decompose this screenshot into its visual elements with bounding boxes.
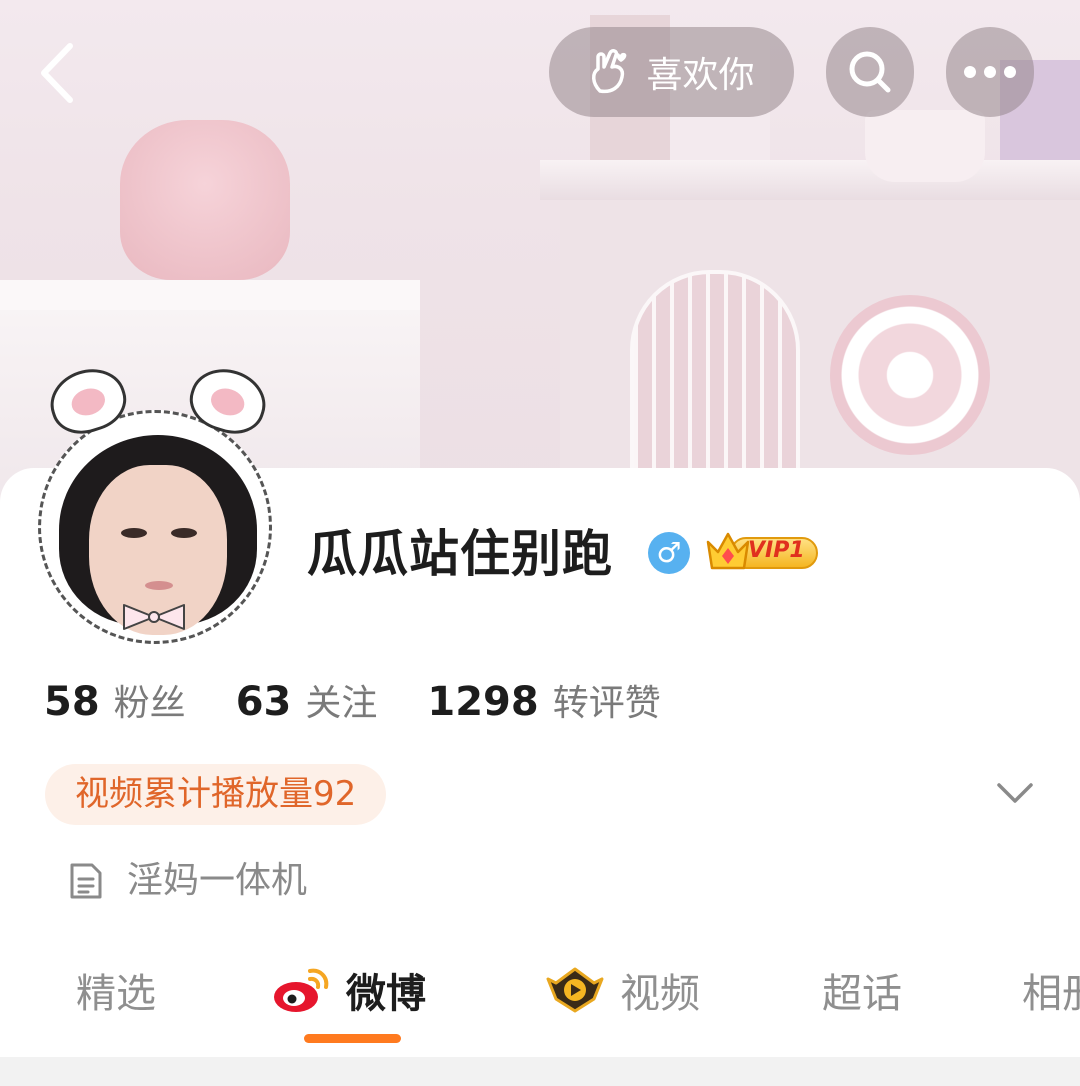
- tab-featured-label: 精选: [76, 971, 156, 1017]
- interactions-count: 1298: [427, 679, 539, 725]
- cover-shelf: [540, 160, 1080, 200]
- followers-label: 粉丝: [113, 683, 186, 724]
- back-button[interactable]: [30, 38, 90, 108]
- tab-super-topic[interactable]: 超话: [822, 960, 902, 1020]
- vip-badge[interactable]: VIP1: [704, 528, 818, 574]
- tab-video[interactable]: 视频: [544, 960, 700, 1020]
- avatar-eye: [121, 528, 147, 538]
- document-icon: [70, 863, 102, 899]
- video-plays-badge[interactable]: 视频累计播放量92: [45, 764, 387, 825]
- username: 瓜瓜站住别跑: [307, 525, 613, 583]
- video-shield-icon: [546, 967, 604, 1013]
- vip-label: VIP1: [748, 538, 805, 563]
- tab-weibo-label: 微博: [346, 971, 426, 1017]
- avatar-mouth: [145, 581, 173, 590]
- interactions-label: 转评赞: [552, 683, 661, 724]
- tab-weibo[interactable]: 微博: [270, 960, 426, 1020]
- cover-plate: [830, 295, 990, 455]
- section-divider: [0, 1057, 1080, 1086]
- bio-text: 淫妈一体机: [127, 860, 308, 901]
- following-count: 63: [235, 679, 292, 725]
- like-you-button[interactable]: 喜欢你: [549, 27, 794, 117]
- more-dots-icon: [964, 66, 1016, 78]
- chevron-down-icon[interactable]: [996, 780, 1034, 806]
- cover-bag: [120, 120, 290, 280]
- search-icon: [849, 51, 891, 93]
- tab-super-topic-label: 超话: [822, 971, 902, 1017]
- avatar-eye: [171, 528, 197, 538]
- avatar[interactable]: [34, 359, 274, 644]
- following-label: 关注: [305, 683, 378, 724]
- chevron-left-icon: [41, 43, 73, 103]
- cover-birdcage: [630, 270, 800, 500]
- tab-album[interactable]: 相册: [1022, 960, 1080, 1020]
- tab-video-label: 视频: [620, 971, 700, 1017]
- bow-decoration: [123, 604, 185, 630]
- like-you-label: 喜欢你: [646, 55, 755, 96]
- gender-male-icon: ♂: [648, 532, 690, 574]
- tab-featured[interactable]: 精选: [76, 960, 156, 1020]
- interactions-stat[interactable]: 1298 转评赞: [427, 674, 660, 726]
- search-button[interactable]: [826, 27, 914, 117]
- cover-dresser-top: [0, 280, 420, 310]
- followers-count: 58: [44, 679, 100, 725]
- crown-icon: [706, 532, 750, 570]
- tab-album-label: 相册: [1022, 971, 1080, 1017]
- cover-cup: [865, 110, 985, 182]
- followers-stat[interactable]: 58 粉丝: [44, 674, 186, 726]
- active-tab-indicator: [304, 1034, 401, 1043]
- profile-stats: 58 粉丝 63 关注 1298 转评赞: [44, 674, 711, 730]
- weibo-logo-icon: [274, 968, 329, 1012]
- following-stat[interactable]: 63 关注: [236, 674, 378, 726]
- more-button[interactable]: [946, 27, 1034, 117]
- finger-heart-icon: [592, 49, 627, 94]
